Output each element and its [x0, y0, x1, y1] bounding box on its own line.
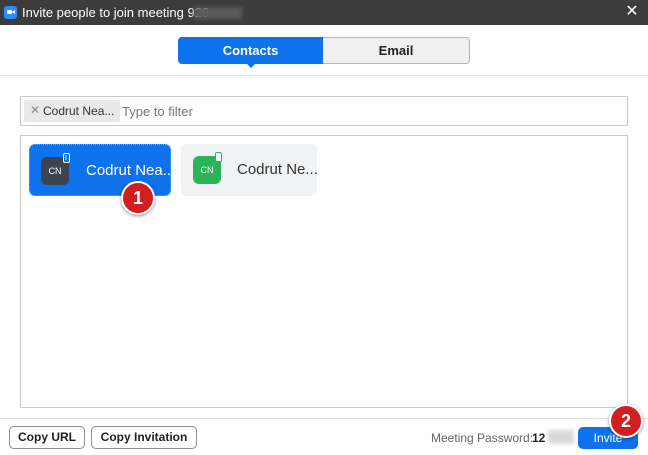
meeting-password-value: 12 — [532, 431, 546, 445]
tab-email[interactable]: Email — [323, 37, 470, 64]
contact-name: Codrut Nea... — [86, 162, 176, 179]
selected-contact-chip: ✕ Codrut Nea... — [24, 100, 120, 122]
step-marker-1: 1 — [121, 181, 155, 215]
contact-filter-box[interactable]: ✕ Codrut Nea... — [20, 96, 628, 126]
step-marker-2: 2 — [609, 404, 643, 438]
phone-status-icon — [63, 153, 70, 163]
redacted-meeting-id — [194, 7, 242, 19]
contacts-list: CN Codrut Nea... CN Codrut Ne... — [20, 135, 628, 408]
redacted-password — [548, 430, 574, 444]
title-bar: Invite people to join meeting 928 ✕ — [0, 0, 648, 25]
filter-input[interactable] — [122, 102, 602, 120]
window-title: Invite people to join meeting 928 — [22, 5, 210, 20]
meeting-password-label: Meeting Password: — [431, 431, 534, 445]
phone-status-icon — [215, 152, 222, 162]
copy-url-button[interactable]: Copy URL — [9, 426, 85, 449]
copy-invitation-button[interactable]: Copy Invitation — [91, 426, 197, 449]
chip-label: Codrut Nea... — [43, 104, 115, 118]
zoom-camera-icon — [4, 6, 17, 19]
header-divider — [0, 75, 648, 76]
tab-pointer — [245, 62, 257, 68]
invite-tabs: Contacts Email — [178, 37, 470, 64]
tab-contacts[interactable]: Contacts — [178, 37, 323, 64]
close-icon[interactable]: ✕ — [624, 4, 640, 20]
contact-name: Codrut Ne... — [237, 161, 318, 178]
remove-chip-icon[interactable]: ✕ — [30, 103, 40, 117]
footer-divider — [0, 418, 648, 419]
contact-card[interactable]: CN Codrut Ne... — [181, 144, 318, 196]
